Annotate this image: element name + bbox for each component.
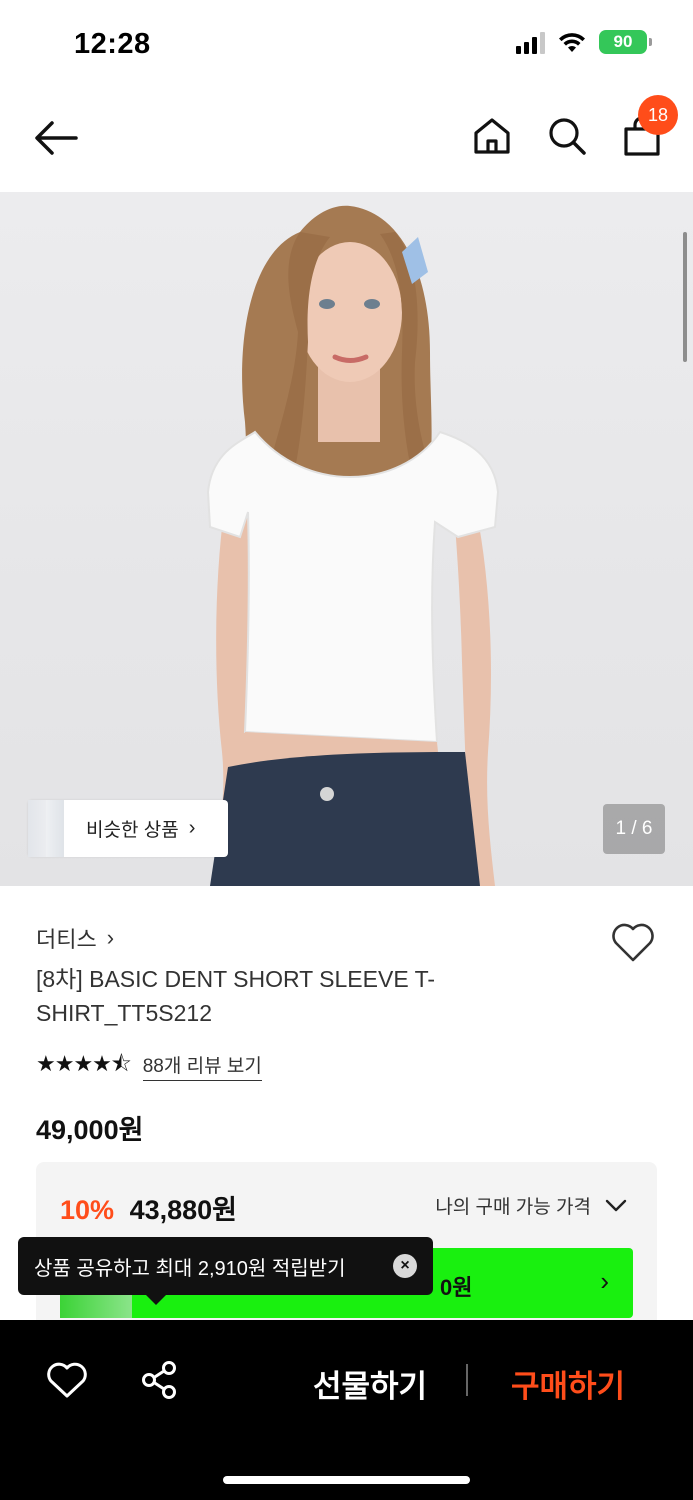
- similar-products-button[interactable]: 비슷한 상품 ›: [28, 800, 228, 857]
- discount-row: 10% 43,880원: [60, 1188, 237, 1227]
- chevron-right-icon: ›: [188, 817, 196, 839]
- rating-row: ★★★★⯪ 88개 리뷰 보기: [36, 1047, 262, 1085]
- original-price: 49,000원: [36, 1115, 144, 1145]
- product-name: [8차] BASIC DENT SHORT SLEEVE T-SHIRT_TT5…: [36, 966, 436, 1026]
- toast-message: 상품 공유하고 최대 2,910원 적립받기: [34, 1257, 346, 1280]
- scroll-indicator: [683, 232, 687, 362]
- top-nav: [0, 90, 693, 190]
- review-link[interactable]: 88개 리뷰 보기: [142, 1051, 262, 1081]
- heart-icon[interactable]: [610, 920, 656, 964]
- brand-name: 더티스: [36, 927, 97, 952]
- battery-icon: 90: [599, 30, 652, 54]
- signal-icon: [516, 30, 545, 54]
- status-time: 12:28: [74, 28, 151, 60]
- share-reward-toast: 상품 공유하고 최대 2,910원 적립받기 ×: [18, 1237, 433, 1305]
- status-bar: 12:28 90: [0, 0, 693, 90]
- status-icons: 90: [516, 30, 652, 54]
- similar-products-label: 비슷한 상품: [86, 820, 179, 841]
- discount-price: 43,880원: [129, 1195, 237, 1225]
- heart-icon[interactable]: [46, 1360, 88, 1400]
- share-icon[interactable]: [138, 1360, 180, 1400]
- brand-link[interactable]: 더티스 ›: [36, 922, 114, 954]
- bottom-action-bar: 선물하기 구매하기: [0, 1320, 693, 1500]
- chevron-down-icon: [605, 1199, 627, 1211]
- back-arrow-icon[interactable]: [32, 118, 80, 158]
- discount-rate: 10%: [60, 1195, 115, 1225]
- my-price-toggle[interactable]: 나의 구매 가능 가격: [435, 1192, 627, 1219]
- home-indicator: [223, 1476, 470, 1484]
- chevron-right-icon: ›: [600, 1266, 609, 1296]
- wifi-icon: [559, 33, 585, 52]
- my-price-label: 나의 구매 가능 가격: [435, 1197, 591, 1218]
- similar-product-thumbnail: [28, 800, 64, 857]
- rating-stars-icon: ★★★★⯪: [36, 1051, 132, 1076]
- product-photo: [206, 205, 500, 886]
- divider: [466, 1364, 468, 1396]
- image-counter: 1 / 6: [603, 804, 665, 854]
- promotion-text: 0원: [440, 1275, 473, 1300]
- home-icon[interactable]: [470, 114, 514, 158]
- product-image-carousel[interactable]: 비슷한 상품 › 1 / 6: [0, 192, 693, 886]
- close-icon[interactable]: ×: [393, 1254, 417, 1278]
- buy-button[interactable]: 구매하기: [511, 1361, 625, 1406]
- chevron-right-icon: ›: [106, 925, 115, 950]
- gift-button[interactable]: 선물하기: [313, 1361, 427, 1406]
- cart-count-badge: 18: [638, 95, 678, 135]
- search-icon[interactable]: [545, 114, 589, 158]
- battery-level: 90: [613, 32, 633, 51]
